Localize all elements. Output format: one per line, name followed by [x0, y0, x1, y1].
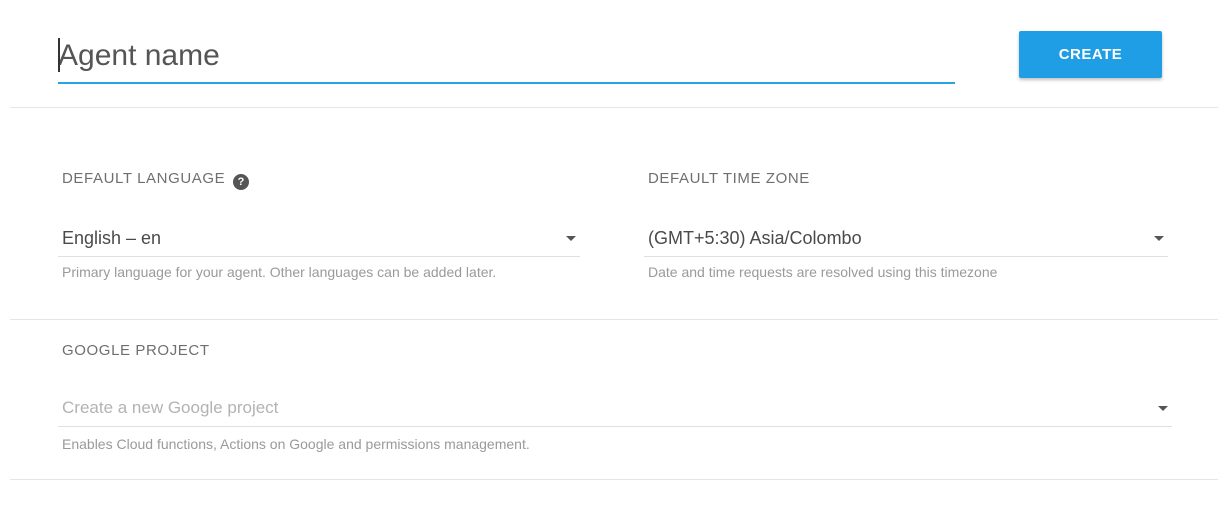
default-language-label: DEFAULT LANGUAGE? — [62, 170, 250, 190]
default-language-label-text: DEFAULT LANGUAGE — [62, 170, 226, 187]
question-circle-icon[interactable]: ? — [233, 174, 250, 190]
chevron-down-icon — [1158, 406, 1168, 411]
create-button[interactable]: CREATE — [1019, 31, 1162, 78]
create-agent-form: CREATE DEFAULT LANGUAGE? English – en Pr… — [0, 0, 1218, 519]
google-project-label: GOOGLE PROJECT — [62, 342, 210, 359]
divider — [10, 107, 1218, 108]
default-language-hint: Primary language for your agent. Other l… — [62, 264, 497, 280]
chevron-down-icon — [566, 236, 576, 241]
chevron-down-icon — [1154, 236, 1164, 241]
google-project-placeholder: Create a new Google project — [62, 398, 279, 417]
default-time-zone-hint: Date and time requests are resolved usin… — [648, 264, 998, 280]
default-time-zone-label: DEFAULT TIME ZONE — [648, 170, 810, 187]
divider — [10, 319, 1218, 320]
agent-name-input[interactable] — [58, 36, 938, 76]
divider — [10, 479, 1218, 480]
text-cursor — [58, 38, 60, 72]
default-time-zone-value: (GMT+5:30) Asia/Colombo — [648, 228, 862, 248]
default-language-value: English – en — [62, 228, 162, 248]
google-project-select[interactable]: Create a new Google project — [58, 390, 1172, 427]
google-project-hint: Enables Cloud functions, Actions on Goog… — [62, 436, 530, 452]
default-time-zone-select[interactable]: (GMT+5:30) Asia/Colombo — [644, 220, 1168, 257]
agent-name-field[interactable] — [58, 30, 955, 84]
default-language-select[interactable]: English – en — [58, 220, 580, 257]
